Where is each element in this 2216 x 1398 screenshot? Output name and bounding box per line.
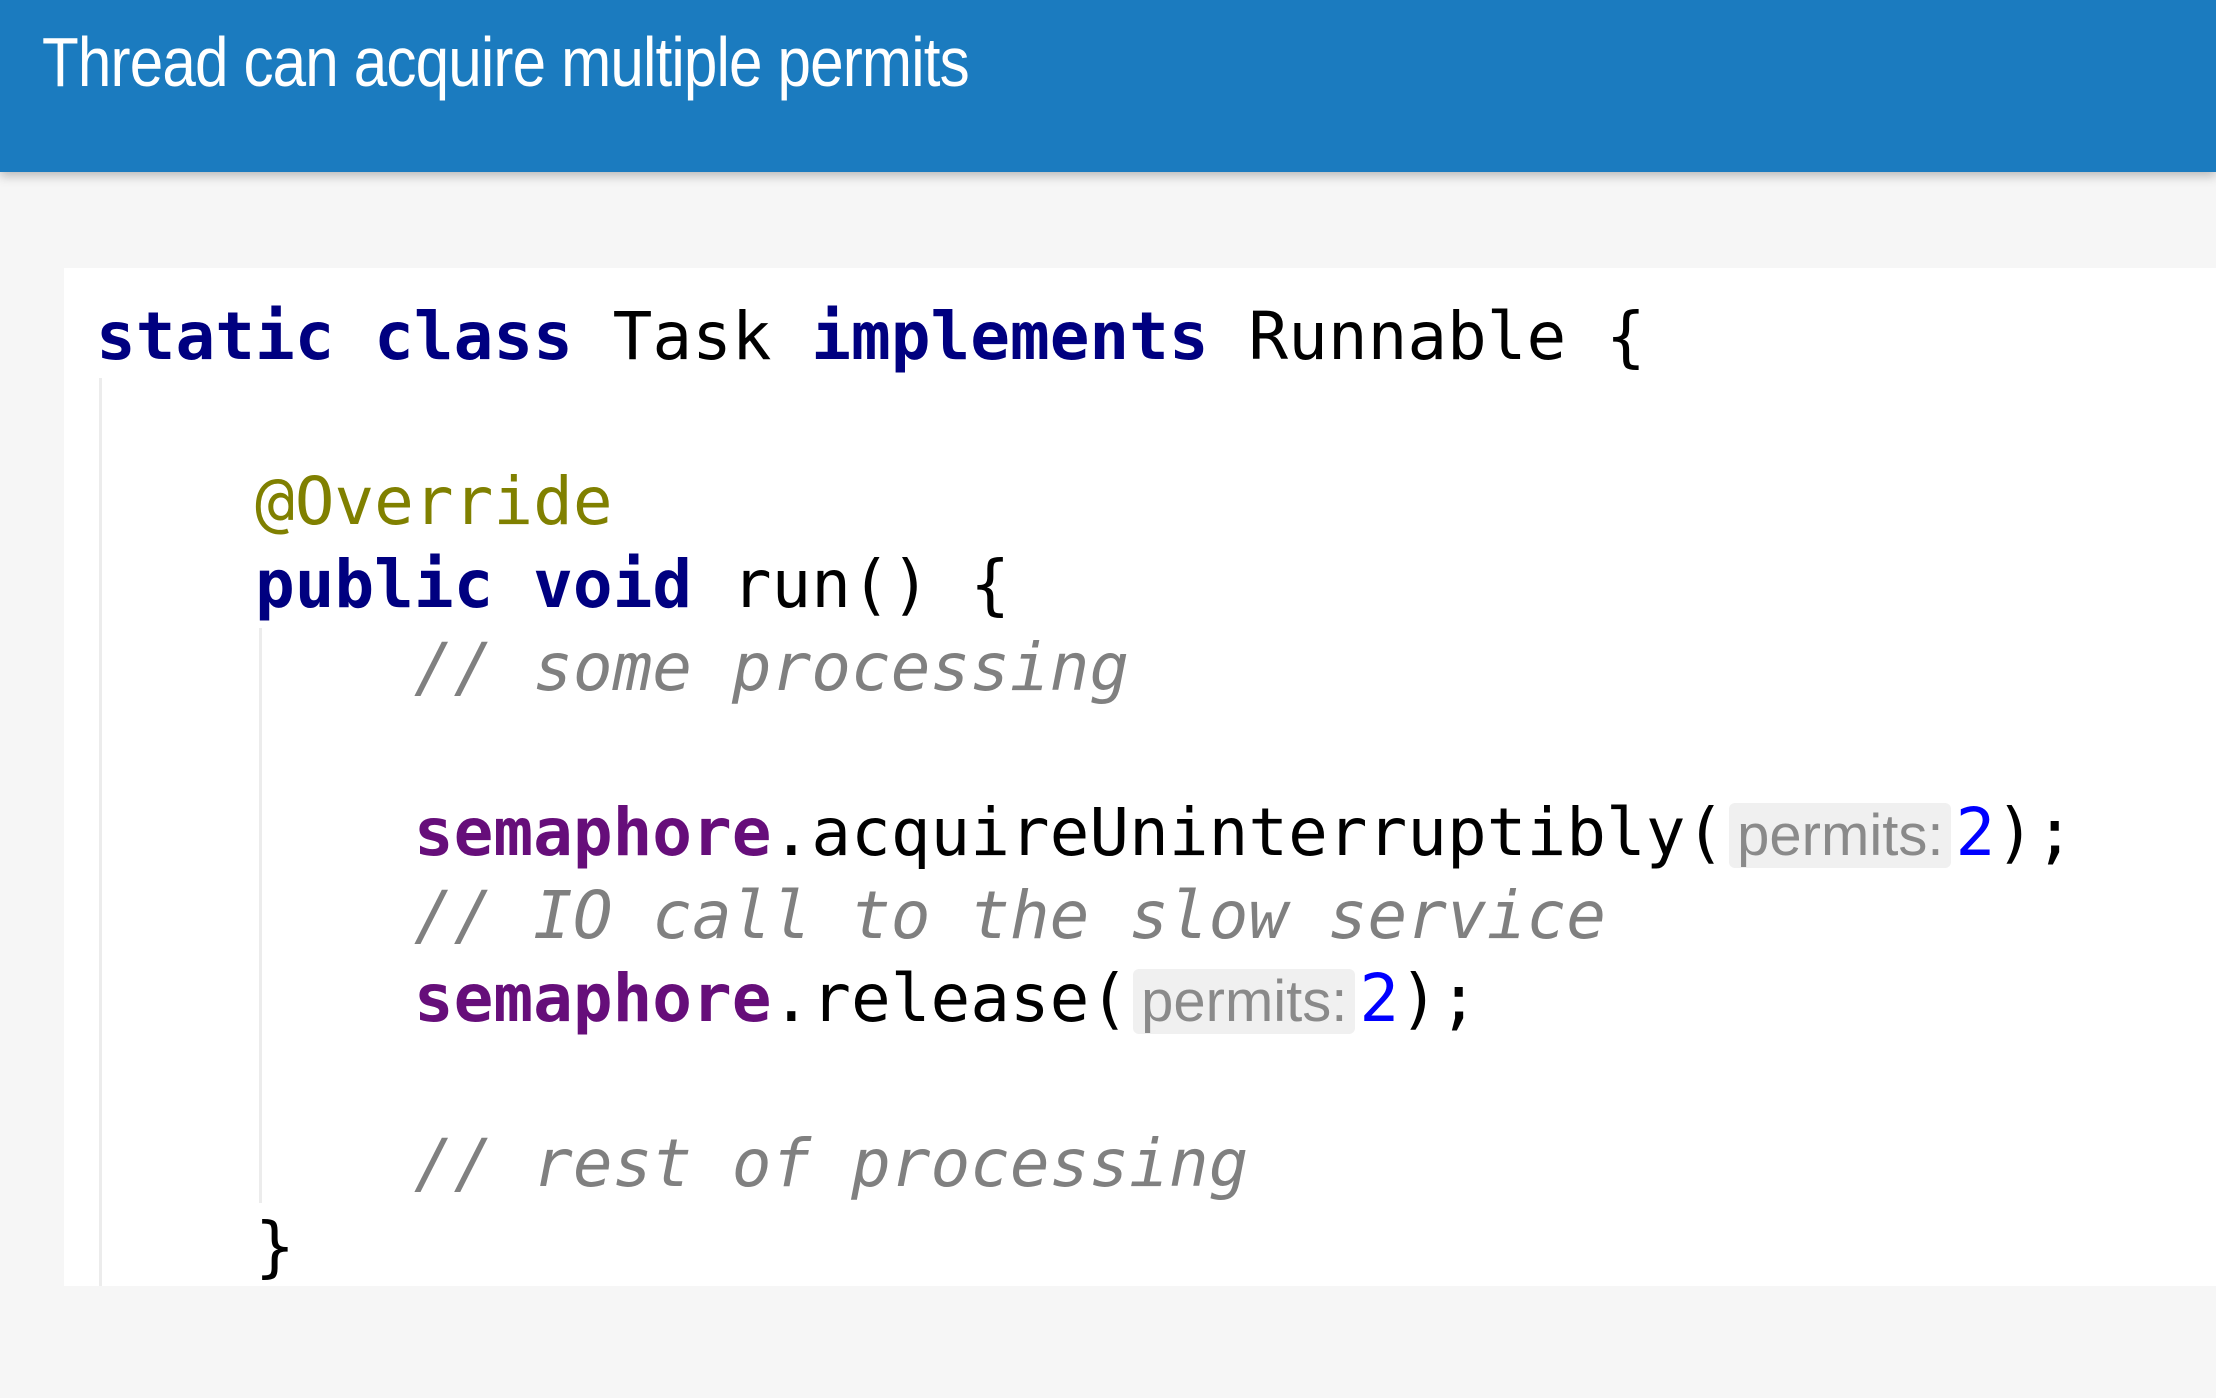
code-line: static class Task implements Runnable {: [96, 296, 2075, 379]
code-line: semaphore.release(permits: 2);: [96, 958, 2075, 1041]
parameter-hint: permits:: [1729, 803, 1952, 869]
keyword-token: void: [533, 546, 693, 624]
field-token: semaphore: [413, 794, 772, 872]
slide-header: Thread can acquire multiple permits: [0, 0, 2216, 172]
comment-token: // some processing: [413, 628, 1130, 706]
code-line: @Override: [96, 461, 2075, 544]
comment-token: // IO call to the slow service: [413, 876, 1606, 954]
annotation-token: @Override: [254, 463, 613, 541]
code-line: public void run() {: [96, 544, 2075, 627]
code-text: );: [1399, 959, 1479, 1037]
parameter-hint: permits:: [1133, 968, 1356, 1034]
number-literal: 2: [1955, 794, 1996, 872]
code-block: static class Task implements Runnable { …: [96, 296, 2075, 1288]
keyword-token: public: [254, 546, 494, 624]
code-text: .acquireUninterruptibly(: [771, 794, 1726, 872]
comment-token: // rest of processing: [413, 1124, 1249, 1202]
code-line: // some processing: [96, 627, 2075, 710]
slide-title: Thread can acquire multiple permits: [42, 23, 970, 101]
code-text: Task: [572, 298, 812, 375]
keyword-token: static: [96, 298, 335, 375]
code-text: run() {: [692, 546, 1010, 624]
code-text: }: [96, 1207, 295, 1285]
code-line: semaphore.acquireUninterruptibly(permits…: [96, 792, 2075, 875]
code-line: }: [96, 1206, 2075, 1289]
code-text: );: [1995, 794, 2075, 872]
keyword-token: implements: [811, 298, 1209, 375]
number-literal: 2: [1359, 959, 1400, 1037]
code-text: .release(: [771, 959, 1130, 1037]
code-line: // IO call to the slow service: [96, 875, 2075, 958]
keyword-token: class: [374, 298, 573, 375]
code-text: Runnable {: [1208, 298, 1646, 375]
code-line: // rest of processing: [96, 1123, 2075, 1206]
field-token: semaphore: [413, 959, 772, 1037]
